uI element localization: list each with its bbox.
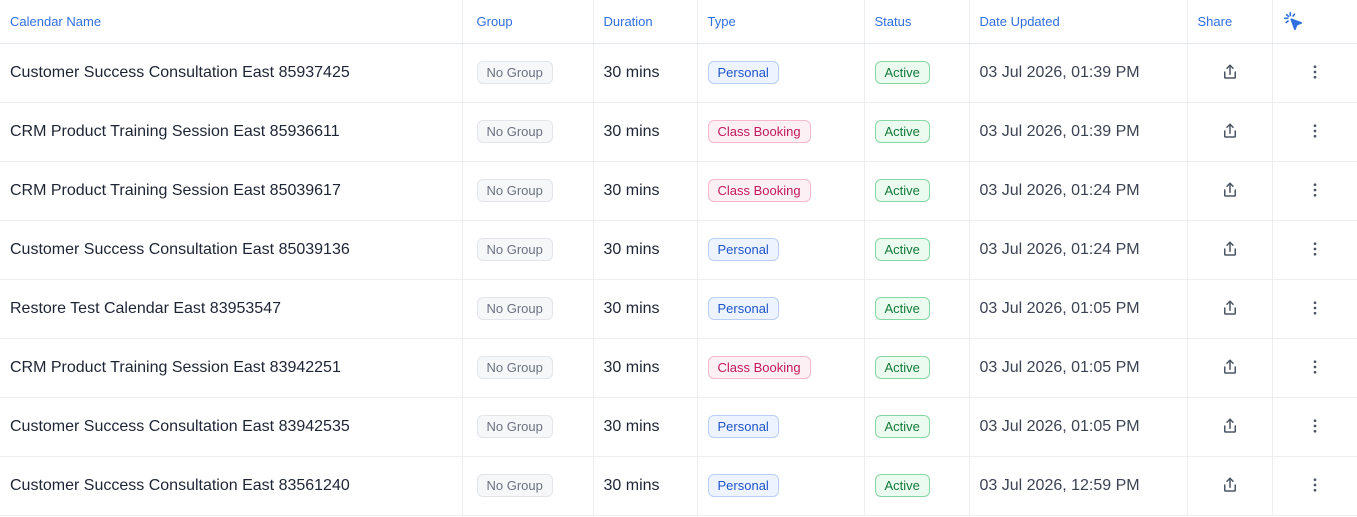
- header-status[interactable]: Status: [864, 0, 970, 44]
- calendar-name-link[interactable]: CRM Product Training Session East 859366…: [10, 123, 340, 140]
- calendar-name-link[interactable]: Customer Success Consultation East 83942…: [10, 418, 350, 435]
- more-vertical-icon[interactable]: [1305, 299, 1325, 319]
- type-badge-class-booking: Class Booking: [707, 179, 811, 202]
- duration-text: 30 mins: [603, 240, 660, 258]
- duration-text: 30 mins: [603, 181, 660, 199]
- header-group[interactable]: Group: [462, 0, 594, 44]
- duration-text: 30 mins: [603, 299, 660, 317]
- group-badge: No Group: [476, 179, 553, 202]
- table-row[interactable]: Customer Success Consultation East 83942…: [0, 397, 1357, 457]
- calendar-name-link[interactable]: Customer Success Consultation East 85039…: [10, 241, 350, 258]
- duration-text: 30 mins: [603, 417, 660, 435]
- type-badge-personal: Personal: [707, 415, 779, 438]
- table-row[interactable]: CRM Product Training Session East 850396…: [0, 161, 1357, 221]
- more-vertical-icon[interactable]: [1305, 122, 1325, 142]
- more-vertical-icon[interactable]: [1305, 417, 1325, 437]
- share-icon[interactable]: [1220, 417, 1240, 437]
- date-updated-text: 03 Jul 2026, 01:05 PM: [979, 417, 1140, 435]
- calendar-name-link[interactable]: Restore Test Calendar East 83953547: [10, 300, 281, 317]
- table-row[interactable]: Customer Success Consultation East 83561…: [0, 456, 1357, 516]
- more-vertical-icon[interactable]: [1305, 240, 1325, 260]
- date-updated-text: 03 Jul 2026, 01:05 PM: [979, 358, 1140, 376]
- status-badge: Active: [874, 356, 930, 379]
- duration-text: 30 mins: [603, 122, 660, 140]
- status-badge: Active: [874, 474, 930, 497]
- status-badge: Active: [874, 415, 930, 438]
- calendar-name-link[interactable]: CRM Product Training Session East 839422…: [10, 359, 341, 376]
- calendar-name-link[interactable]: CRM Product Training Session East 850396…: [10, 182, 341, 199]
- cursor-click-icon[interactable]: [1283, 11, 1303, 31]
- duration-text: 30 mins: [603, 358, 660, 376]
- calendar-name-link[interactable]: Customer Success Consultation East 83561…: [10, 477, 350, 494]
- share-icon[interactable]: [1220, 358, 1240, 378]
- status-badge: Active: [874, 179, 930, 202]
- calendar-name-link[interactable]: Customer Success Consultation East 85937…: [10, 64, 350, 81]
- table-row[interactable]: Customer Success Consultation East 85937…: [0, 43, 1357, 103]
- type-badge-class-booking: Class Booking: [707, 356, 811, 379]
- header-share: Share: [1187, 0, 1273, 44]
- table-header-row: Calendar Name Group Duration Type Status…: [0, 0, 1357, 44]
- share-icon[interactable]: [1220, 63, 1240, 83]
- status-badge: Active: [874, 297, 930, 320]
- group-badge: No Group: [476, 356, 553, 379]
- column-settings-button[interactable]: [1272, 0, 1357, 44]
- status-badge: Active: [874, 61, 930, 84]
- more-vertical-icon[interactable]: [1305, 63, 1325, 83]
- date-updated-text: 03 Jul 2026, 01:24 PM: [979, 181, 1140, 199]
- share-icon[interactable]: [1220, 240, 1240, 260]
- header-duration[interactable]: Duration: [593, 0, 698, 44]
- status-badge: Active: [874, 238, 930, 261]
- date-updated-text: 03 Jul 2026, 01:39 PM: [979, 122, 1140, 140]
- duration-text: 30 mins: [603, 476, 660, 494]
- header-type[interactable]: Type: [697, 0, 865, 44]
- group-badge: No Group: [476, 238, 553, 261]
- group-badge: No Group: [476, 61, 553, 84]
- type-badge-class-booking: Class Booking: [707, 120, 811, 143]
- header-date-updated[interactable]: Date Updated: [969, 0, 1188, 44]
- duration-text: 30 mins: [603, 63, 660, 81]
- group-badge: No Group: [476, 297, 553, 320]
- group-badge: No Group: [476, 474, 553, 497]
- header-calendar-name[interactable]: Calendar Name: [0, 0, 463, 44]
- status-badge: Active: [874, 120, 930, 143]
- share-icon[interactable]: [1220, 476, 1240, 496]
- group-badge: No Group: [476, 415, 553, 438]
- table-row[interactable]: Customer Success Consultation East 85039…: [0, 220, 1357, 280]
- type-badge-personal: Personal: [707, 238, 779, 261]
- date-updated-text: 03 Jul 2026, 01:05 PM: [979, 299, 1140, 317]
- date-updated-text: 03 Jul 2026, 01:24 PM: [979, 240, 1140, 258]
- share-icon[interactable]: [1220, 181, 1240, 201]
- date-updated-text: 03 Jul 2026, 01:39 PM: [979, 63, 1140, 81]
- type-badge-personal: Personal: [707, 61, 779, 84]
- table-row[interactable]: Restore Test Calendar East 83953547 No Gr…: [0, 279, 1357, 339]
- more-vertical-icon[interactable]: [1305, 181, 1325, 201]
- date-updated-text: 03 Jul 2026, 12:59 PM: [979, 476, 1140, 494]
- calendars-table: Calendar Name Group Duration Type Status…: [0, 0, 1357, 516]
- group-badge: No Group: [476, 120, 553, 143]
- share-icon[interactable]: [1220, 122, 1240, 142]
- type-badge-personal: Personal: [707, 297, 779, 320]
- table-row[interactable]: CRM Product Training Session East 839422…: [0, 338, 1357, 398]
- table-row[interactable]: CRM Product Training Session East 859366…: [0, 102, 1357, 162]
- share-icon[interactable]: [1220, 299, 1240, 319]
- more-vertical-icon[interactable]: [1305, 358, 1325, 378]
- more-vertical-icon[interactable]: [1305, 476, 1325, 496]
- type-badge-personal: Personal: [707, 474, 779, 497]
